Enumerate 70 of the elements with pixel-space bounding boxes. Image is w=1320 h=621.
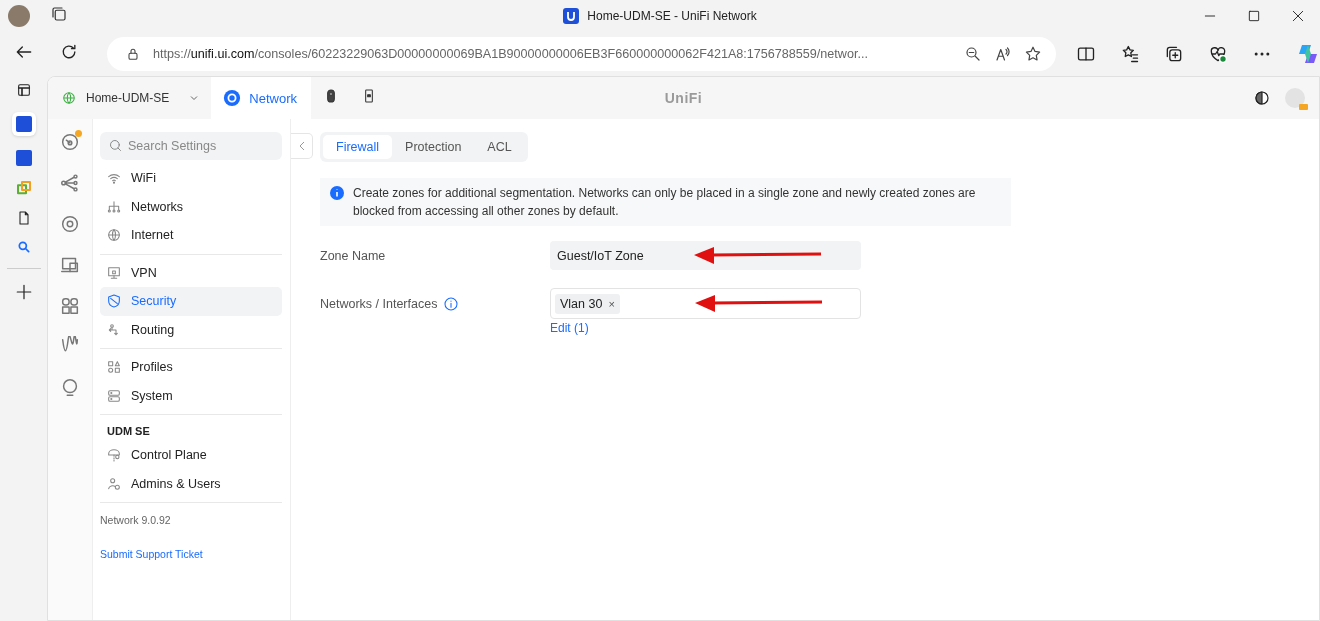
collections-icon[interactable] bbox=[1164, 44, 1184, 64]
info-icon[interactable] bbox=[443, 295, 460, 312]
chip-label: Vlan 30 bbox=[560, 296, 603, 311]
star-icon[interactable] bbox=[1024, 45, 1042, 63]
search-field[interactable]: Search Settings bbox=[100, 132, 282, 160]
active-app-tab[interactable] bbox=[11, 112, 36, 136]
field-label: Zone Name bbox=[320, 248, 387, 263]
shield-icon bbox=[106, 293, 122, 310]
lock-icon bbox=[125, 46, 141, 62]
profile-avatar[interactable] bbox=[8, 5, 30, 27]
tab[interactable]: Protection bbox=[392, 135, 475, 159]
health-check-icon[interactable] bbox=[1208, 44, 1228, 64]
globe-icon bbox=[62, 91, 76, 105]
app-logo-icon bbox=[563, 8, 580, 24]
settings-nav-item[interactable]: Control Plane bbox=[100, 441, 282, 470]
settings-nav-item[interactable]: Routing bbox=[100, 315, 282, 344]
settings-nav-item[interactable]: Admins & Users bbox=[100, 469, 282, 498]
read-aloud-icon[interactable] bbox=[994, 45, 1012, 63]
settings-nav-item[interactable]: Security bbox=[100, 287, 282, 316]
sidebar-toggle-icon[interactable] bbox=[15, 82, 32, 98]
chevron-down-icon bbox=[189, 93, 200, 103]
search-icon bbox=[108, 138, 123, 153]
app-tab[interactable]: Network bbox=[211, 77, 312, 119]
site-selector[interactable]: Home-UDM-SE bbox=[48, 77, 212, 119]
settings-nav-item[interactable]: WiFi bbox=[100, 164, 282, 193]
app-tab-icon[interactable] bbox=[15, 150, 32, 166]
remove-chip-button[interactable]: × bbox=[608, 297, 615, 310]
zoom-out-icon[interactable] bbox=[964, 45, 982, 63]
settings-nav-item[interactable]: Networks bbox=[100, 192, 282, 221]
globe-icon bbox=[106, 227, 122, 244]
console-gear-icon bbox=[106, 447, 122, 464]
search-icon[interactable] bbox=[16, 240, 31, 254]
settings-nav-item[interactable]: VPN bbox=[100, 258, 282, 287]
tab[interactable]: Firewall bbox=[323, 135, 393, 159]
copilot-icon[interactable] bbox=[1296, 42, 1320, 66]
zone-name-field[interactable]: Guest/IoT Zone bbox=[550, 241, 861, 270]
address-bar[interactable]: https://unifi.ui.com/consoles/60223229063D00000000069BA1B90000000006EB3F660000000062F421A8:1756788559/networ... bbox=[107, 37, 1056, 71]
tab[interactable]: ACL bbox=[474, 135, 525, 159]
unifi-logo: UniFi bbox=[664, 90, 703, 106]
support-link[interactable]: Submit Support Ticket bbox=[100, 548, 282, 560]
settings-nav-item[interactable]: System bbox=[100, 381, 282, 410]
info-text: Create zones for additional segmentation. Networks can only be placed in a single zone and newly created zones are blocked from accessing all other zones by default. bbox=[353, 185, 977, 220]
networks-field[interactable]: Vlan 30 × bbox=[550, 288, 861, 319]
chevron-left-icon bbox=[297, 141, 306, 151]
window-title: Home-UDM-SE - UniFi Network bbox=[587, 9, 757, 23]
server-icon bbox=[106, 387, 122, 404]
favorites-icon[interactable] bbox=[1120, 44, 1140, 64]
users-gear-icon bbox=[106, 475, 122, 492]
hierarchy-icon bbox=[106, 198, 122, 215]
insights-icon[interactable] bbox=[59, 295, 81, 317]
url-text: https://unifi.ui.com/consoles/60223229063D00000000069BA1B90000000006EB3F660000000062F421A8:1756788559/networ... bbox=[153, 47, 869, 61]
settings-nav-item[interactable]: Profiles bbox=[100, 353, 282, 382]
close-icon[interactable] bbox=[1291, 9, 1305, 23]
field-label: Networks / Interfaces bbox=[320, 296, 438, 311]
notification-dot bbox=[75, 130, 82, 137]
device-icon[interactable] bbox=[59, 213, 81, 235]
network-app-icon bbox=[223, 89, 242, 107]
section-heading: UDM SE bbox=[106, 424, 151, 439]
theme-toggle-icon[interactable] bbox=[1253, 89, 1271, 107]
tab-stack-icon[interactable] bbox=[50, 5, 68, 23]
info-icon bbox=[330, 186, 344, 200]
plus-icon[interactable] bbox=[14, 283, 33, 301]
edit-link[interactable]: Edit (1) bbox=[550, 321, 1011, 335]
settings-nav-item[interactable]: Internet bbox=[100, 221, 282, 250]
topology-icon[interactable] bbox=[59, 172, 81, 194]
monitor-lock-icon bbox=[106, 264, 122, 281]
grid-shapes-icon bbox=[106, 359, 122, 376]
dashboard-icon[interactable] bbox=[59, 131, 81, 153]
maximize-icon[interactable] bbox=[1247, 9, 1261, 23]
version-text: Network 9.0.92 bbox=[100, 514, 172, 526]
